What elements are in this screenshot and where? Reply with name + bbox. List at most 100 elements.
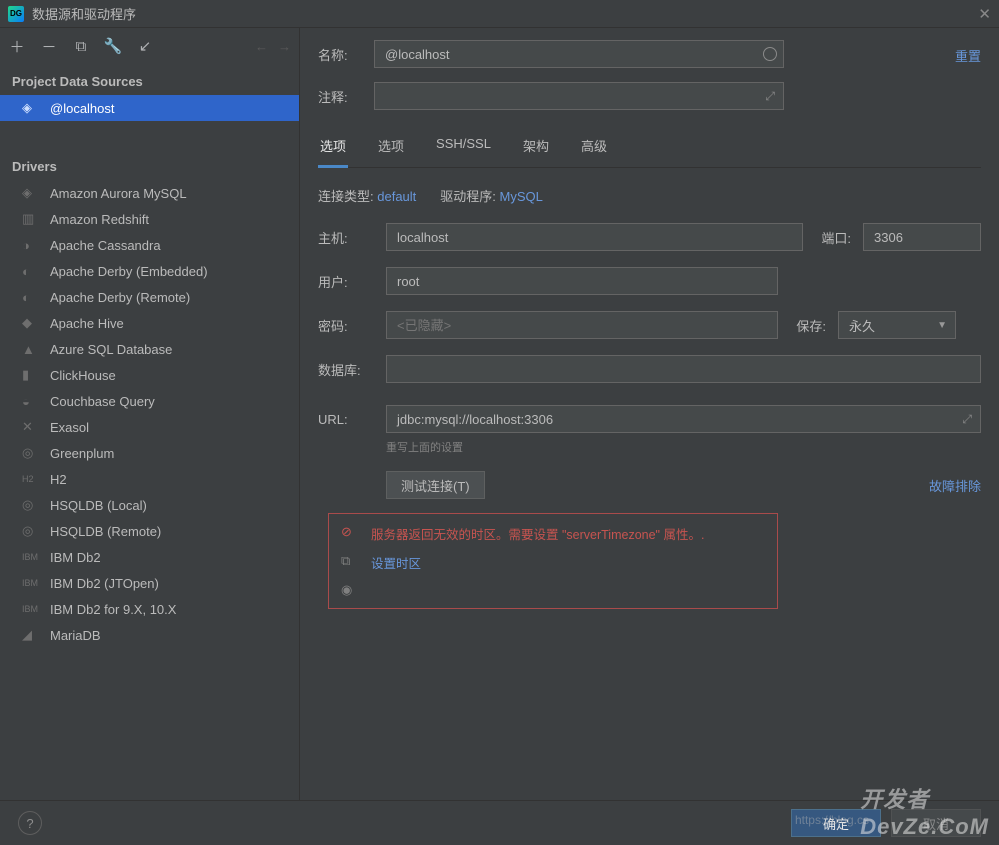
expand-icon[interactable]: ⤢ bbox=[962, 412, 972, 427]
error-icon: ⊘ bbox=[341, 524, 357, 540]
driver-icon: ◐ bbox=[22, 290, 40, 305]
name-label: 名称: bbox=[318, 45, 374, 64]
driver-label: MariaDB bbox=[50, 628, 101, 643]
driver-item[interactable]: ▥ Amazon Redshift bbox=[0, 206, 299, 232]
driver-label: ClickHouse bbox=[50, 368, 116, 383]
driver-item[interactable]: IBM IBM Db2 (JTOpen) bbox=[0, 570, 299, 596]
forward-icon[interactable]: → bbox=[278, 39, 291, 54]
error-message: 服务器返回无效的时区。需要设置 "serverTimezone" 属性。. bbox=[371, 524, 704, 543]
driver-icon: ◑ bbox=[22, 238, 40, 253]
back-icon[interactable]: ← bbox=[255, 39, 268, 54]
port-input[interactable] bbox=[863, 223, 981, 251]
driver-item[interactable]: ✕Exasol bbox=[0, 414, 299, 440]
driver-label: Azure SQL Database bbox=[50, 342, 172, 357]
driver-label: Apache Derby (Embedded) bbox=[50, 264, 208, 279]
driver-item[interactable]: ◐Apache Derby (Embedded) bbox=[0, 258, 299, 284]
driver-item[interactable]: ▲ Azure SQL Database bbox=[0, 336, 299, 362]
database-input[interactable] bbox=[386, 355, 981, 383]
close-icon[interactable]: ✕ bbox=[978, 5, 991, 23]
name-input[interactable]: @localhost bbox=[374, 40, 784, 68]
driver-icon: ◎ bbox=[22, 445, 40, 461]
driver-label: IBM Db2 bbox=[50, 550, 101, 565]
error-panel: ⊘ 服务器返回无效的时区。需要设置 "serverTimezone" 属性。. … bbox=[328, 513, 778, 609]
driver-label: 驱动程序: bbox=[440, 189, 496, 204]
driver-label: H2 bbox=[50, 472, 67, 487]
driver-item[interactable]: ◑ Apache Cassandra bbox=[0, 232, 299, 258]
add-icon[interactable]: ＋ bbox=[8, 37, 26, 55]
tab-advanced[interactable]: 高级 bbox=[579, 128, 609, 168]
driver-icon: ▥ bbox=[22, 211, 40, 227]
driver-item[interactable]: ◈Amazon Aurora MySQL bbox=[0, 180, 299, 206]
expand-icon[interactable]: ⤢ bbox=[765, 89, 775, 104]
globe-icon[interactable]: ◉ bbox=[341, 582, 357, 598]
copy-icon[interactable]: ⧉ bbox=[341, 553, 357, 569]
comment-input[interactable]: ⤢ bbox=[374, 82, 784, 110]
help-button[interactable]: ? bbox=[18, 811, 42, 835]
driver-item[interactable]: ◎HSQLDB (Local) bbox=[0, 492, 299, 518]
driver-label: IBM Db2 for 9.X, 10.X bbox=[50, 602, 176, 617]
copy-icon[interactable]: ⧉ bbox=[72, 37, 90, 55]
driver-item[interactable]: ◆Apache Hive bbox=[0, 310, 299, 336]
ok-button[interactable]: 确定 bbox=[791, 809, 881, 837]
driver-icon: ◈ bbox=[22, 185, 40, 201]
driver-icon: ◎ bbox=[22, 497, 40, 513]
tab-options-1[interactable]: 选项 bbox=[318, 128, 348, 168]
window-title: 数据源和驱动程序 bbox=[32, 4, 136, 23]
user-input[interactable] bbox=[386, 267, 778, 295]
driver-item[interactable]: ▮ClickHouse bbox=[0, 362, 299, 388]
driver-item[interactable]: ◐ Apache Derby (Remote) bbox=[0, 284, 299, 310]
host-label: 主机: bbox=[318, 228, 374, 247]
password-label: 密码: bbox=[318, 316, 374, 335]
datasources-header: Project Data Sources bbox=[0, 64, 299, 95]
driver-label: Apache Cassandra bbox=[50, 238, 161, 253]
driver-item[interactable]: H2H2 bbox=[0, 466, 299, 492]
driver-label: HSQLDB (Remote) bbox=[50, 524, 161, 539]
database-label: 数据库: bbox=[318, 360, 374, 379]
url-label: URL: bbox=[318, 412, 374, 427]
conn-type-value[interactable]: default bbox=[377, 189, 416, 204]
driver-icon: ◎ bbox=[22, 523, 40, 539]
driver-label: Apache Derby (Remote) bbox=[50, 290, 190, 305]
save-select[interactable]: 永久 ▼ bbox=[838, 311, 956, 339]
driver-item[interactable]: ◎Greenplum bbox=[0, 440, 299, 466]
driver-icon: ▲ bbox=[22, 342, 40, 357]
datasource-item[interactable]: ◈ @localhost bbox=[0, 95, 299, 121]
driver-label: Apache Hive bbox=[50, 316, 124, 331]
tab-schemas[interactable]: 架构 bbox=[521, 128, 551, 168]
sidebar-toolbar: ＋ － ⧉ 🔧 ↙ ← → bbox=[0, 28, 299, 64]
driver-label: IBM Db2 (JTOpen) bbox=[50, 576, 159, 591]
color-ring-icon[interactable] bbox=[763, 47, 777, 61]
driver-item[interactable]: ◒Couchbase Query bbox=[0, 388, 299, 414]
chevron-down-icon: ▼ bbox=[937, 320, 947, 331]
test-connection-button[interactable]: 测试连接(T) bbox=[386, 471, 485, 499]
tab-ssh-ssl[interactable]: SSH/SSL bbox=[434, 128, 493, 168]
driver-item[interactable]: IBMIBM Db2 bbox=[0, 544, 299, 570]
driver-item[interactable]: IBMIBM Db2 for 9.X, 10.X bbox=[0, 596, 299, 622]
host-input[interactable] bbox=[386, 223, 803, 251]
driver-icon: IBM bbox=[22, 578, 40, 588]
comment-label: 注释: bbox=[318, 87, 374, 106]
reset-link[interactable]: 重置 bbox=[955, 46, 981, 65]
driver-icon: ◒ bbox=[22, 394, 40, 409]
wrench-icon[interactable]: 🔧 bbox=[104, 37, 122, 55]
url-input[interactable]: jdbc:mysql://localhost:3306 ⤢ bbox=[386, 405, 981, 433]
save-label: 保存: bbox=[790, 316, 826, 335]
remove-icon[interactable]: － bbox=[40, 37, 58, 55]
password-input[interactable] bbox=[386, 311, 778, 339]
tab-options-2[interactable]: 选项 bbox=[376, 128, 406, 168]
driver-icon: ✕ bbox=[22, 419, 40, 435]
drivers-tree: ◈Amazon Aurora MySQL ▥ Amazon Redshift ◑ Apa… bbox=[0, 180, 299, 648]
sidebar: ＋ － ⧉ 🔧 ↙ ← → Project Data Sources ◈ @lo… bbox=[0, 28, 300, 800]
troubleshoot-link[interactable]: 故障排除 bbox=[929, 476, 981, 495]
reset-icon[interactable]: ↙ bbox=[136, 37, 154, 55]
cancel-button[interactable]: 取消 bbox=[891, 809, 981, 837]
driver-item[interactable]: ◎ HSQLDB (Remote) bbox=[0, 518, 299, 544]
url-hint: 重写上面的设置 bbox=[386, 439, 981, 455]
driver-item[interactable]: ◢MariaDB bbox=[0, 622, 299, 648]
driver-value[interactable]: MySQL bbox=[500, 189, 543, 204]
content-panel: 重置 名称: @localhost 注释: ⤢ 选项 选项 SSH/SSL 架构… bbox=[300, 28, 999, 800]
driver-label: Amazon Redshift bbox=[50, 212, 149, 227]
titlebar: DG 数据源和驱动程序 ✕ bbox=[0, 0, 999, 28]
tabs: 选项 选项 SSH/SSL 架构 高级 bbox=[318, 128, 981, 168]
set-timezone-link[interactable]: 设置时区 bbox=[371, 553, 421, 572]
